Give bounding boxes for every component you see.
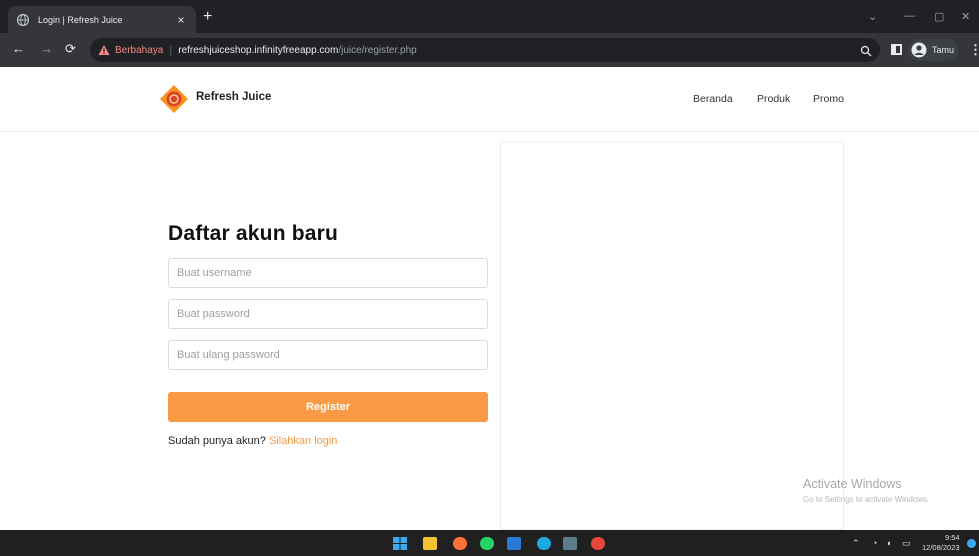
tab-search-icon[interactable]: ⌄ bbox=[868, 10, 877, 23]
nav-promo[interactable]: Promo bbox=[813, 93, 844, 105]
file-explorer-icon[interactable] bbox=[423, 537, 437, 550]
new-tab-button[interactable]: + bbox=[203, 9, 212, 25]
browser-tab-bar: Login | Refresh Juice × + ⌄ — ▢ ✕ bbox=[0, 0, 979, 33]
site-header: Refresh Juice Beranda Produk Promo bbox=[0, 67, 979, 132]
clock-date: 12/08/2023 bbox=[922, 543, 960, 552]
password-input[interactable] bbox=[168, 299, 488, 329]
chrome-icon[interactable] bbox=[591, 537, 605, 550]
url-path: /juice/register.php bbox=[338, 44, 417, 56]
browser-toolbar: ← → ⟳ Berbahaya | refreshjuiceshop.infin… bbox=[0, 33, 979, 67]
close-window-button[interactable]: ✕ bbox=[961, 10, 970, 23]
wifi-icon[interactable]: ◔ bbox=[872, 538, 877, 548]
nav-beranda[interactable]: Beranda bbox=[693, 93, 733, 105]
login-prompt: Sudah punya akun? Silahkan login bbox=[168, 435, 337, 447]
activate-windows-subtitle: Go to Settings to activate Windows. bbox=[803, 495, 930, 504]
notification-icon[interactable] bbox=[967, 539, 976, 548]
maximize-button[interactable]: ▢ bbox=[934, 10, 944, 23]
page-title: Daftar akun baru bbox=[168, 222, 339, 245]
zoom-icon[interactable] bbox=[860, 44, 872, 57]
browser-tab[interactable]: Login | Refresh Juice × bbox=[8, 6, 196, 33]
confirm-password-input[interactable] bbox=[168, 340, 488, 370]
image-panel bbox=[500, 141, 844, 530]
register-button[interactable]: Register bbox=[168, 392, 488, 422]
omnibox-separator: | bbox=[169, 44, 173, 56]
nav-produk[interactable]: Produk bbox=[757, 93, 790, 105]
side-panel-icon[interactable] bbox=[891, 44, 902, 55]
firefox-icon[interactable] bbox=[453, 537, 467, 550]
globe-icon bbox=[16, 13, 30, 27]
whatsapp-icon[interactable] bbox=[480, 537, 494, 550]
forward-button[interactable]: → bbox=[40, 42, 53, 56]
taskbar: ⌃ ◔ ◖ ▭ 9:54 12/08/2023 bbox=[0, 530, 979, 556]
reload-button[interactable]: ⟳ bbox=[65, 42, 76, 56]
battery-icon[interactable]: ▭ bbox=[902, 538, 911, 549]
url-host: refreshjuiceshop.infinityfreeapp.com bbox=[178, 44, 339, 56]
profile-button[interactable]: Tamu bbox=[908, 39, 958, 61]
taskbar-clock[interactable]: 9:54 12/08/2023 bbox=[922, 533, 960, 553]
brand-name[interactable]: Refresh Juice bbox=[196, 91, 271, 103]
have-account-text: Sudah punya akun? bbox=[168, 435, 266, 447]
tab-close-icon[interactable]: × bbox=[174, 13, 188, 27]
security-status[interactable]: Berbahaya bbox=[115, 45, 163, 56]
tab-title: Login | Refresh Juice bbox=[38, 14, 123, 25]
profile-name: Tamu bbox=[932, 45, 955, 55]
back-button[interactable]: ← bbox=[12, 42, 25, 56]
warning-icon[interactable] bbox=[98, 44, 110, 56]
clock-time: 9:54 bbox=[944, 533, 960, 542]
register-form: Daftar akun baru Register Sudah punya ak… bbox=[168, 222, 488, 447]
tray-chevron-icon[interactable]: ⌃ bbox=[852, 538, 860, 549]
activate-windows-title: Activate Windows bbox=[803, 477, 902, 491]
store-icon[interactable] bbox=[563, 537, 577, 550]
browser-menu-icon[interactable]: ⋮ bbox=[969, 42, 979, 58]
avatar-icon bbox=[911, 42, 927, 58]
username-input[interactable] bbox=[168, 258, 488, 288]
windows-start-icon[interactable] bbox=[393, 537, 407, 550]
edge-icon[interactable] bbox=[537, 537, 551, 550]
address-bar[interactable]: Berbahaya | refreshjuiceshop.infinityfre… bbox=[90, 38, 880, 62]
volume-icon[interactable]: ◖ bbox=[886, 538, 891, 548]
login-link[interactable]: Silahkan login bbox=[269, 435, 338, 447]
word-icon[interactable] bbox=[507, 537, 521, 550]
minimize-button[interactable]: — bbox=[904, 10, 915, 22]
juice-logo-icon[interactable] bbox=[159, 84, 189, 114]
